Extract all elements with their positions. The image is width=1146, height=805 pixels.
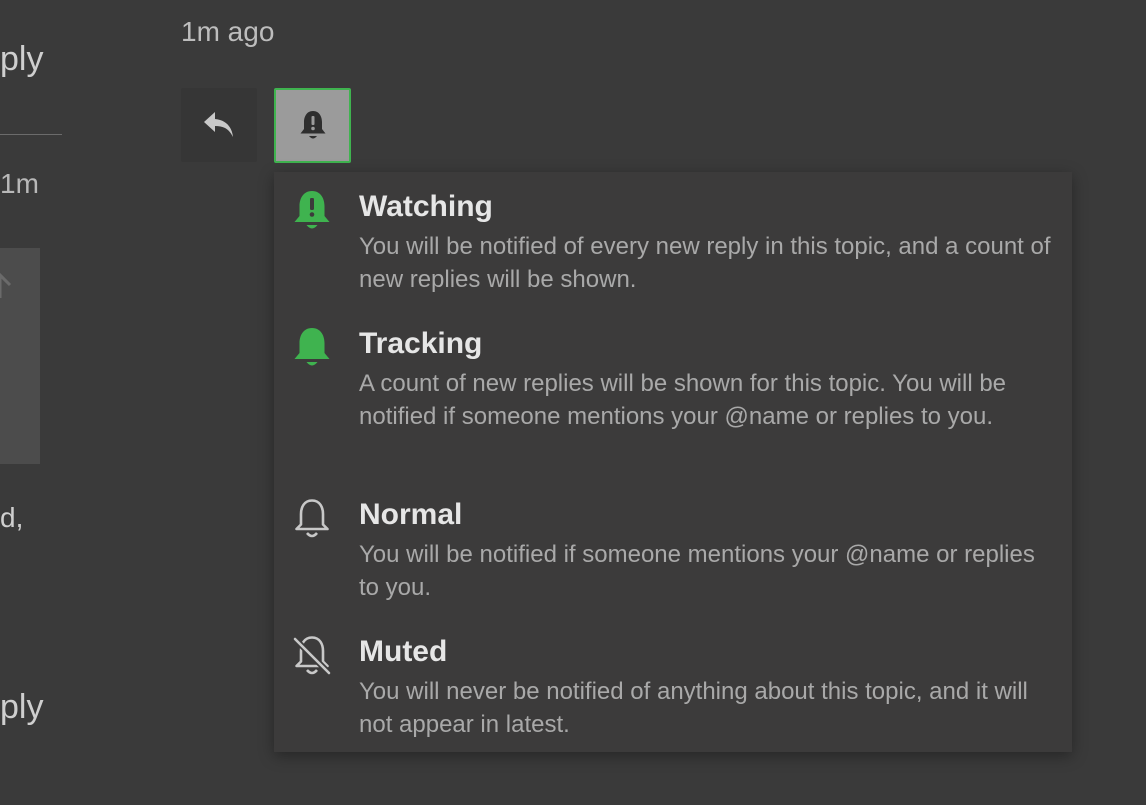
notification-level-menu: Watching You will be notified of every n… xyxy=(274,172,1072,752)
reply-label-top[interactable]: ply xyxy=(0,40,43,79)
normal-description: You will be notified if someone mentions… xyxy=(359,541,1035,601)
reply-button[interactable] xyxy=(181,88,257,162)
reply-label-bottom[interactable]: ply xyxy=(0,688,43,727)
bell-filled-icon xyxy=(294,328,330,366)
muted-title: Muted xyxy=(359,635,448,668)
timestamp-fragment: 1m xyxy=(0,168,39,199)
notification-level-button[interactable] xyxy=(274,88,351,163)
post-text-fragment: d, xyxy=(0,502,24,533)
bell-outline-icon xyxy=(295,499,329,538)
watching-title: Watching xyxy=(359,190,493,223)
arrow-up-icon xyxy=(0,272,12,298)
tracking-description: A count of new replies will be shown for… xyxy=(359,370,1007,430)
reply-icon xyxy=(204,112,233,137)
watching-description: You will be notified of every new reply … xyxy=(359,233,1051,293)
post-time: 1m ago xyxy=(181,16,275,47)
tracking-title: Tracking xyxy=(359,327,483,360)
bell-exclamation-icon xyxy=(294,191,330,229)
bell-exclamation-icon xyxy=(300,110,325,138)
bell-slash-icon xyxy=(292,636,332,676)
divider xyxy=(0,134,62,135)
timeline-scroller[interactable] xyxy=(0,248,40,464)
muted-description: You will never be notified of anything a… xyxy=(359,678,1028,738)
normal-title: Normal xyxy=(359,498,463,531)
